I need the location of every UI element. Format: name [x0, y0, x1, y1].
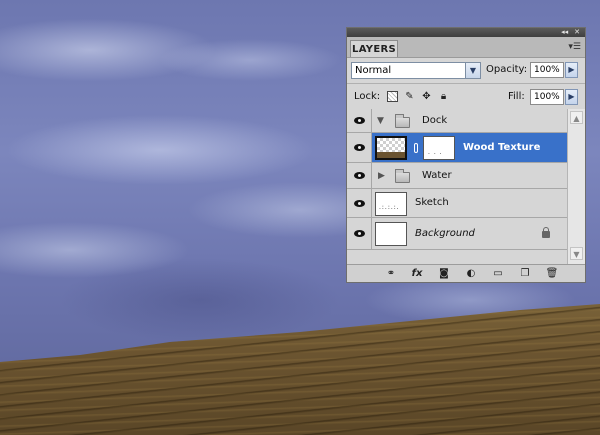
layers-panel: ◂◂ ✕ LAYERS ▾☰ Normal ▼ Opacity: 100% ▶ …	[346, 27, 586, 283]
close-icon[interactable]: ✕	[574, 28, 580, 37]
tab-layers[interactable]: LAYERS	[350, 40, 398, 57]
fill-slider-arrow-icon[interactable]: ▶	[565, 89, 578, 105]
eye-icon	[353, 117, 365, 124]
lock-label: Lock:	[354, 91, 381, 102]
folder-icon	[395, 114, 410, 128]
lock-transparency-icon[interactable]	[387, 91, 398, 102]
wood-dock-artwork	[0, 304, 600, 435]
panel-tab-row: LAYERS ▾☰	[347, 37, 585, 58]
layers-footer: ⚭ fx ◙ ◐ ▭ ❐ 🗑︎	[347, 264, 585, 282]
lock-brush-icon[interactable]: ✎	[404, 91, 415, 102]
layer-row-sketch[interactable]: .:.:.:. Sketch	[347, 189, 567, 218]
layer-row-wood-texture[interactable]: . . . Wood Texture	[347, 133, 567, 163]
layer-name: Wood Texture	[463, 142, 541, 153]
opacity-label: Opacity:	[486, 64, 528, 75]
expand-triangle-icon[interactable]: ▶	[378, 171, 385, 181]
trash-icon[interactable]: 🗑︎	[545, 267, 559, 280]
lock-row: Lock: ✎ ✥ 🔒︎ Fill: 100% ▶	[347, 84, 585, 111]
sketch-marks: .:.:.:.	[379, 204, 400, 211]
lock-move-icon[interactable]: ✥	[421, 91, 432, 102]
layer-name: Sketch	[415, 197, 449, 208]
fill-label: Fill:	[508, 91, 525, 102]
layer-name: Background	[415, 228, 475, 239]
visibility-toggle[interactable]	[347, 163, 372, 188]
opacity-slider-arrow-icon[interactable]: ▶	[565, 62, 578, 78]
scroll-up-icon[interactable]: ▲	[570, 111, 583, 124]
layer-row-dock[interactable]: ▼ Dock	[347, 109, 567, 133]
new-layer-icon[interactable]: ❐	[518, 267, 532, 280]
eye-icon	[353, 199, 365, 207]
opacity-input[interactable]: 100%	[530, 62, 564, 78]
blend-mode-select[interactable]: Normal ▼	[351, 62, 481, 79]
fill-input[interactable]: 100%	[530, 89, 564, 105]
new-group-icon[interactable]: ▭	[491, 267, 505, 280]
blend-mode-value: Normal	[355, 65, 392, 76]
layer-mask-thumbnail[interactable]: . . .	[423, 136, 455, 160]
eye-icon	[353, 172, 365, 179]
panel-menu-icon[interactable]: ▾☰	[568, 42, 581, 52]
layer-thumbnail	[375, 222, 407, 246]
blend-row: Normal ▼ Opacity: 100% ▶	[347, 58, 585, 84]
layers-list: ▼ Dock . . . Wood Texture ▶ Water .:.:.:…	[347, 109, 567, 264]
layer-row-water[interactable]: ▶ Water	[347, 163, 567, 189]
eye-icon	[353, 230, 365, 237]
layer-name: Dock	[422, 115, 448, 126]
layer-row-background[interactable]: Background	[347, 218, 567, 250]
panel-title-strip: ◂◂ ✕	[347, 28, 585, 37]
layers-scrollbar[interactable]: ▲ ▼	[567, 109, 585, 264]
mask-marks: . . .	[428, 149, 443, 156]
link-layers-icon[interactable]: ⚭	[384, 267, 398, 280]
fx-icon[interactable]: fx	[410, 267, 424, 280]
layer-lock-icon	[542, 227, 550, 238]
mask-link-icon[interactable]	[414, 143, 418, 153]
visibility-toggle[interactable]	[347, 109, 372, 132]
layer-name: Water	[422, 170, 452, 181]
folder-icon	[395, 169, 410, 183]
layer-thumbnail	[375, 136, 407, 160]
visibility-toggle[interactable]	[347, 189, 372, 217]
adjustment-layer-icon[interactable]: ◐	[464, 267, 478, 280]
chevron-down-icon[interactable]: ▼	[465, 63, 480, 78]
add-mask-icon[interactable]: ◙	[437, 267, 451, 280]
lock-all-icon[interactable]: 🔒︎	[438, 91, 449, 102]
eye-icon	[353, 144, 365, 151]
visibility-toggle[interactable]	[347, 218, 372, 249]
expand-triangle-icon[interactable]: ▼	[377, 116, 384, 126]
visibility-toggle[interactable]	[347, 133, 372, 162]
layer-thumbnail: .:.:.:.	[375, 192, 407, 216]
scroll-down-icon[interactable]: ▼	[570, 247, 583, 260]
collapse-icon[interactable]: ◂◂	[561, 28, 568, 37]
